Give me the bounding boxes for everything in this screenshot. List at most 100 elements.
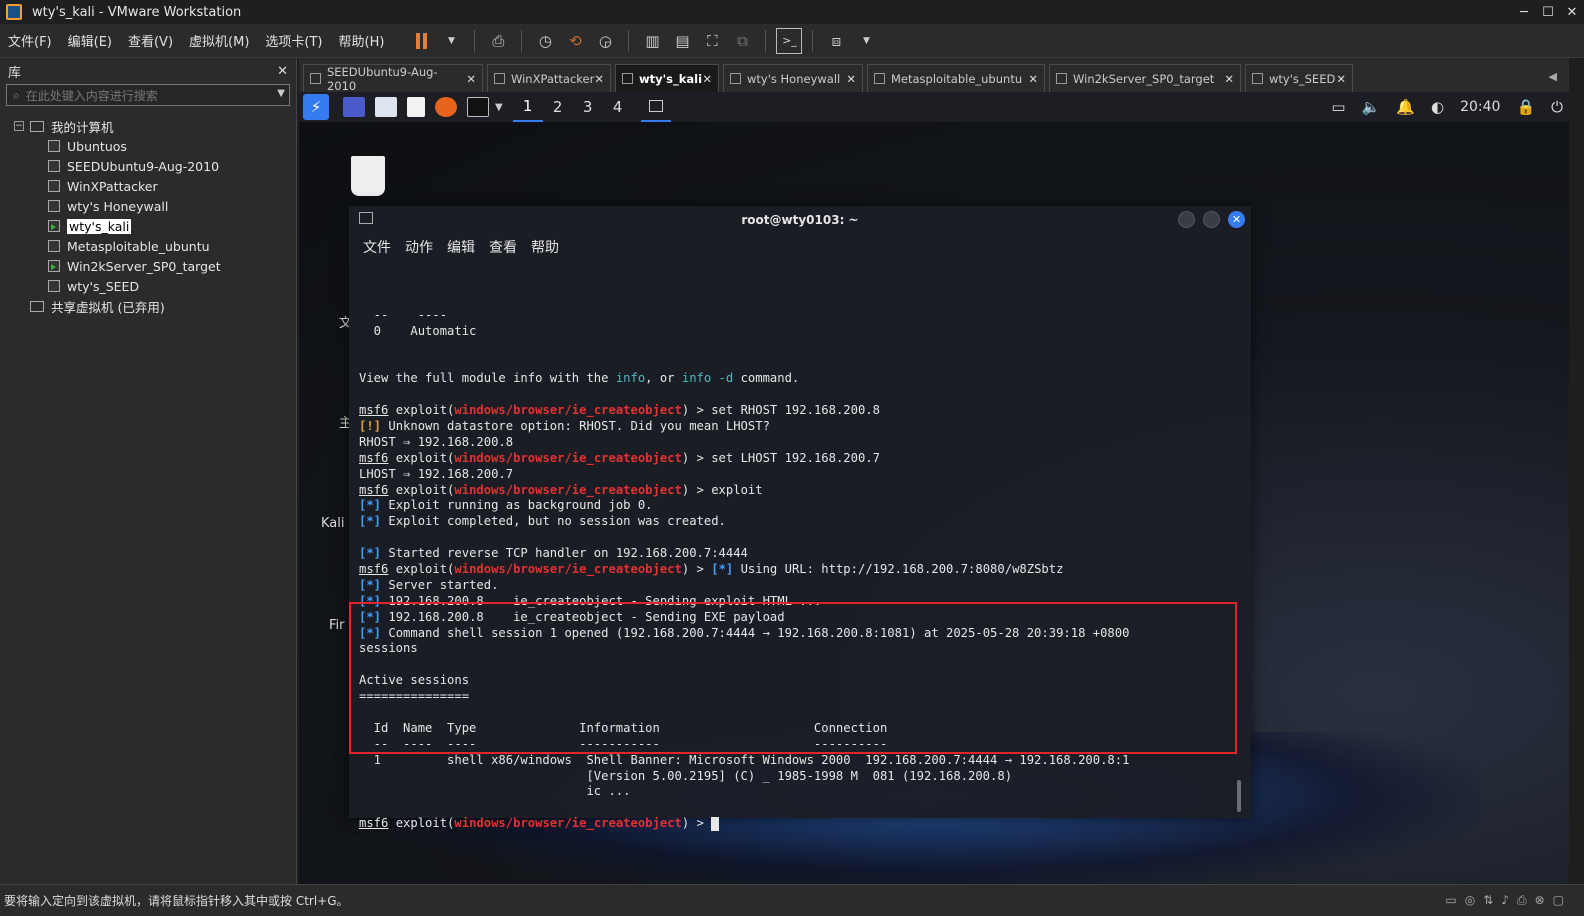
volume-icon[interactable]: 🔈: [1362, 98, 1381, 116]
tree-root[interactable]: − 我的计算机: [0, 116, 296, 136]
chevron-down-icon[interactable]: ▼: [438, 28, 464, 54]
vm-console-area[interactable]: SEEDUbuntu9-Aug-2010 ✕ WinXPattacker ✕ wty…: [299, 58, 1569, 884]
terminal-task-icon[interactable]: [640, 92, 671, 122]
close-tab-icon[interactable]: ✕: [594, 72, 604, 86]
tab-vm[interactable]: SEEDUbuntu9-Aug-2010 ✕: [303, 64, 483, 93]
close-tab-icon[interactable]: ✕: [702, 72, 712, 86]
printer-icon[interactable]: ⎙: [1517, 893, 1527, 908]
pause-icon[interactable]: [408, 28, 434, 54]
collapse-icon[interactable]: −: [14, 121, 24, 131]
menu-help[interactable]: 帮助(H): [331, 31, 393, 50]
close-tab-icon[interactable]: ✕: [1336, 72, 1346, 86]
show-desktop-icon[interactable]: [343, 97, 365, 117]
term-menu-file[interactable]: 文件: [363, 237, 391, 257]
menu-file[interactable]: 文件(F): [0, 31, 60, 50]
tab-vm[interactable]: wty's Honeywall ✕: [723, 64, 863, 92]
kali-menu-icon[interactable]: ⚡: [303, 94, 329, 120]
lock-icon[interactable]: 🔒: [1516, 98, 1535, 116]
menu-vm[interactable]: 虚拟机(M): [181, 31, 257, 50]
desktop-label[interactable]: Kali: [321, 516, 345, 531]
menu-tabs[interactable]: 选项卡(T): [257, 31, 330, 50]
terminal-close-button[interactable]: ✕: [1228, 211, 1245, 228]
chevron-down-icon[interactable]: ▼: [495, 102, 503, 113]
term-menu-actions[interactable]: 动作: [405, 237, 433, 257]
usb-icon[interactable]: ⊗: [1535, 893, 1545, 908]
vm-item-selected[interactable]: wty's_kali: [0, 216, 296, 236]
terminal-launcher-icon[interactable]: [467, 97, 489, 117]
console-view-icon[interactable]: >_: [776, 27, 803, 54]
trash-icon[interactable]: [351, 156, 385, 196]
snapshot-icon[interactable]: ◷: [532, 28, 558, 54]
vm-item[interactable]: wty's_SEED: [0, 276, 296, 296]
vm-item[interactable]: Metasploitable_ubuntu: [0, 236, 296, 256]
notification-bell-icon[interactable]: 🔔: [1396, 98, 1415, 116]
display-icon[interactable]: ▭: [1331, 98, 1345, 116]
terminal-maximize-button[interactable]: [1203, 211, 1220, 228]
close-tab-icon[interactable]: ✕: [1028, 72, 1038, 86]
text-editor-icon[interactable]: [407, 97, 425, 117]
term-menu-edit[interactable]: 编辑: [447, 237, 475, 257]
minimize-button[interactable]: ─: [1512, 0, 1536, 24]
tab-vm[interactable]: wty's_SEED ✕: [1245, 64, 1353, 92]
close-tab-icon[interactable]: ✕: [846, 72, 856, 86]
desktop-label[interactable]: Fir: [329, 618, 345, 633]
send-ctrl-alt-del-icon[interactable]: ⎙: [485, 28, 511, 54]
tab-vm[interactable]: WinXPattacker ✕: [487, 64, 611, 92]
terminal-scrollbar[interactable]: [1237, 780, 1241, 812]
stretch-guest-icon[interactable]: ⧈: [823, 28, 849, 54]
message-icon[interactable]: ▢: [1553, 893, 1564, 908]
workspace-1[interactable]: 1: [512, 92, 543, 122]
close-library-icon[interactable]: ✕: [277, 64, 288, 79]
menu-view[interactable]: 查看(V): [120, 31, 181, 50]
unity-icon[interactable]: ⧉: [729, 28, 755, 54]
tab-vm[interactable]: Win2kServer_SP0_target ✕: [1049, 64, 1241, 92]
revert-snapshot-icon[interactable]: ⟲: [562, 28, 588, 54]
vm-item[interactable]: Ubuntuos: [0, 136, 296, 156]
menu-edit[interactable]: 编辑(E): [60, 31, 120, 50]
term-menu-view[interactable]: 查看: [489, 237, 517, 257]
shared-vms[interactable]: 共享虚拟机 (已弃用): [0, 296, 296, 316]
workspace-3[interactable]: 3: [573, 92, 603, 122]
tab-vm-active[interactable]: wty's_kali ✕: [615, 64, 719, 92]
kali-desktop[interactable]: 文 主 Kali Fir root@wty0103: ~ ✕ 文件 动作 编辑 …: [299, 122, 1569, 884]
power-manager-icon[interactable]: ◐: [1431, 98, 1444, 116]
file-manager-icon[interactable]: [375, 97, 397, 117]
vm-item[interactable]: Win2kServer_SP0_target: [0, 256, 296, 276]
hdd-icon[interactable]: ▭: [1445, 893, 1456, 908]
thumbnail-bar-icon[interactable]: ▤: [669, 28, 695, 54]
workspace-2[interactable]: 2: [543, 92, 573, 122]
vm-running-icon: [48, 220, 60, 232]
tab-scroll-left-icon[interactable]: ◀: [1549, 70, 1557, 83]
chevron-down-icon[interactable]: ▼: [853, 28, 879, 54]
library-search-input[interactable]: ⌕ 在此处键入内容进行搜索 ▼: [6, 84, 290, 106]
title-bar: wty's_kali - VMware Workstation ─ ☐ ✕: [0, 0, 1584, 24]
snapshot-manager-icon[interactable]: ◶: [592, 28, 618, 54]
chevron-down-icon[interactable]: ▼: [277, 88, 285, 99]
vm-item[interactable]: WinXPattacker: [0, 176, 296, 196]
network-icon[interactable]: ⇅: [1483, 893, 1493, 908]
vm-tab-icon: [874, 73, 885, 84]
vm-item[interactable]: wty's Honeywall: [0, 196, 296, 216]
sound-icon[interactable]: ♪: [1501, 893, 1509, 908]
close-tab-icon[interactable]: ✕: [466, 72, 476, 86]
terminal-minimize-button[interactable]: [1178, 211, 1195, 228]
terminal-titlebar[interactable]: root@wty0103: ~ ✕: [349, 206, 1251, 234]
logout-icon[interactable]: ⏻: [1551, 98, 1563, 116]
terminal-window[interactable]: root@wty0103: ~ ✕ 文件 动作 编辑 查看 帮助 -- ----…: [349, 206, 1251, 831]
maximize-button[interactable]: ☐: [1536, 0, 1560, 24]
close-button[interactable]: ✕: [1560, 0, 1584, 24]
term-menu-help[interactable]: 帮助: [531, 237, 559, 257]
close-tab-icon[interactable]: ✕: [1224, 72, 1234, 86]
firefox-icon[interactable]: [435, 97, 457, 117]
workspace-4[interactable]: 4: [603, 92, 633, 122]
tab-vm[interactable]: Metasploitable_ubuntu ✕: [867, 64, 1045, 92]
vm-item[interactable]: SEEDUbuntu9-Aug-2010: [0, 156, 296, 176]
cdrom-icon[interactable]: ◎: [1465, 893, 1475, 908]
show-library-icon[interactable]: ▥: [639, 28, 665, 54]
full-screen-icon[interactable]: ⛶: [699, 28, 725, 54]
terminal-output[interactable]: -- ---- 0 Automatic View the full module …: [349, 260, 1251, 832]
clock[interactable]: 20:40: [1460, 99, 1500, 115]
